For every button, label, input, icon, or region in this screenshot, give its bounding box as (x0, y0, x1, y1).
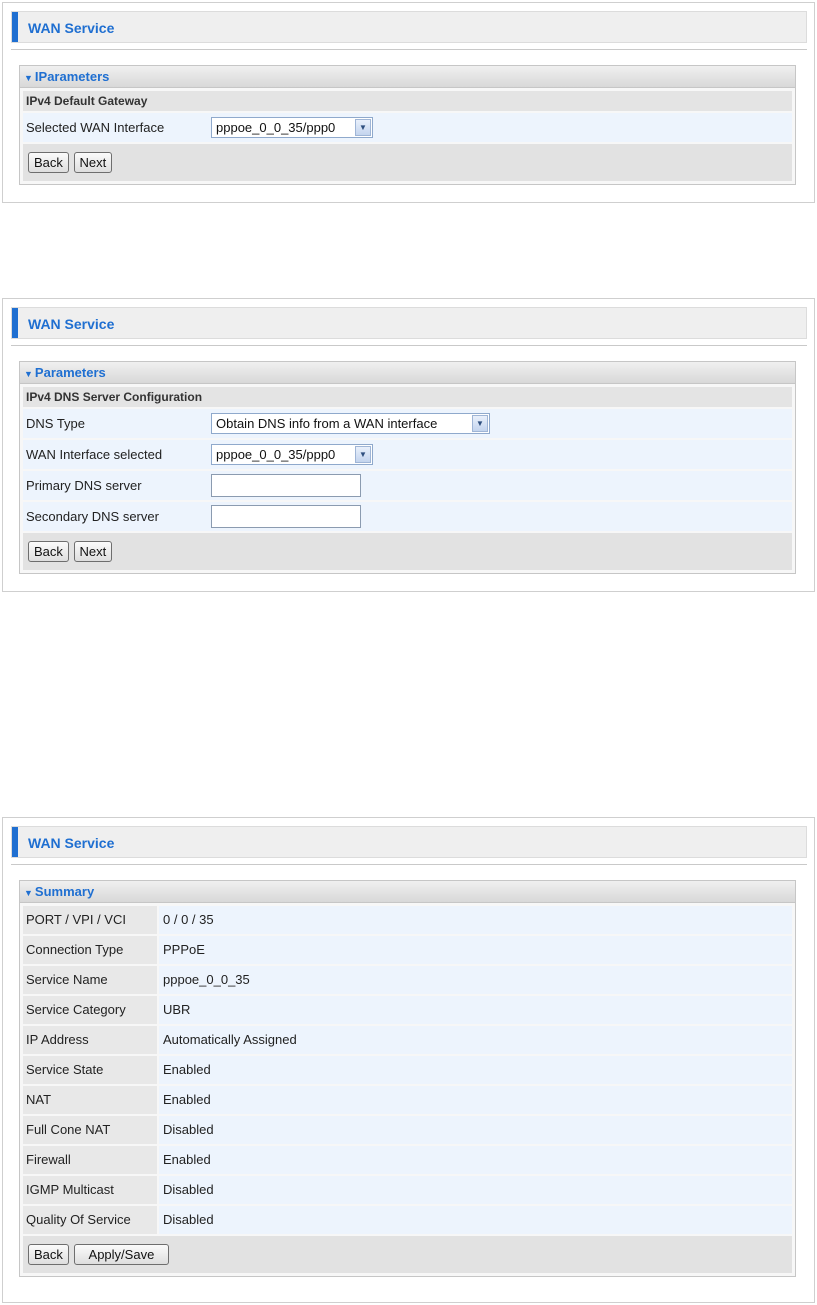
header-accent-bar (12, 827, 18, 857)
summary-value: Enabled (159, 1086, 792, 1114)
field-label: Secondary DNS server (26, 509, 159, 524)
triangle-down-icon: ▼ (24, 73, 33, 83)
summary-label: IP Address (23, 1026, 157, 1054)
form-row-wan-interface: WAN Interface selected pppoe_0_0_35/ppp0… (23, 440, 792, 469)
summary-value: 0 / 0 / 35 (159, 906, 792, 934)
section-subheading: IPv4 Default Gateway (23, 91, 792, 111)
screen-dns-configuration: WAN Service ▼ Parameters IPv4 DNS Server … (2, 298, 815, 592)
header-divider (11, 49, 807, 50)
summary-value: Automatically Assigned (159, 1026, 792, 1054)
panel-title: Parameters (34, 365, 106, 380)
wan-interface-select[interactable]: pppoe_0_0_35/ppp0 ▼ (211, 444, 373, 465)
summary-value: Disabled (159, 1176, 792, 1204)
chevron-down-icon[interactable]: ▼ (355, 119, 371, 136)
summary-row: IGMP Multicast Disabled (23, 1176, 792, 1204)
back-button[interactable]: Back (28, 541, 69, 562)
field-label: Selected WAN Interface (26, 120, 165, 135)
header-divider (11, 345, 807, 346)
page-title: WAN Service (28, 20, 115, 36)
wan-service-header: WAN Service (11, 11, 807, 43)
select-value: pppoe_0_0_35/ppp0 (216, 120, 336, 135)
chevron-down-icon[interactable]: ▼ (472, 415, 488, 432)
summary-value: pppoe_0_0_35 (159, 966, 792, 994)
triangle-down-icon: ▼ (24, 888, 33, 898)
field-label: WAN Interface selected (26, 447, 163, 462)
button-bar: Back Next (23, 144, 792, 181)
header-accent-bar (12, 308, 18, 338)
wan-service-header: WAN Service (11, 307, 807, 339)
page-title: WAN Service (28, 316, 115, 332)
panel-header[interactable]: ▼ Parameters (20, 362, 795, 384)
form-row-wan-interface: Selected WAN Interface pppoe_0_0_35/ppp0… (23, 113, 792, 142)
summary-value: Disabled (159, 1116, 792, 1144)
summary-row: PORT / VPI / VCI 0 / 0 / 35 (23, 906, 792, 934)
select-value: Obtain DNS info from a WAN interface (216, 416, 438, 431)
summary-label: Service Name (23, 966, 157, 994)
summary-value: Enabled (159, 1146, 792, 1174)
parameters-panel: ▼ IParameters IPv4 Default Gateway Select… (19, 65, 796, 185)
back-button[interactable]: Back (28, 1244, 69, 1265)
next-button[interactable]: Next (73, 541, 113, 562)
panel-title: Summary (34, 884, 95, 899)
summary-row: Service Category UBR (23, 996, 792, 1024)
parameters-panel: ▼ Parameters IPv4 DNS Server Configuratio… (19, 361, 796, 574)
screen-default-gateway: WAN Service ▼ IParameters IPv4 Default Ga… (2, 2, 815, 203)
summary-label: IGMP Multicast (23, 1176, 157, 1204)
chevron-down-icon[interactable]: ▼ (355, 446, 371, 463)
summary-row: Quality Of Service Disabled (23, 1206, 792, 1234)
form-row-secondary-dns: Secondary DNS server (23, 502, 792, 531)
header-accent-bar (12, 12, 18, 42)
summary-label: Firewall (23, 1146, 157, 1174)
summary-label: PORT / VPI / VCI (23, 906, 157, 934)
summary-value: PPPoE (159, 936, 792, 964)
back-button[interactable]: Back (28, 152, 69, 173)
summary-label: Connection Type (23, 936, 157, 964)
triangle-down-icon: ▼ (24, 369, 33, 379)
summary-panel: ▼ Summary PORT / VPI / VCI 0 / 0 / 35 Con… (19, 880, 796, 1277)
panel-title: IParameters (34, 69, 110, 84)
summary-row: IP Address Automatically Assigned (23, 1026, 792, 1054)
summary-value: Enabled (159, 1056, 792, 1084)
button-bar: Back Apply/Save (23, 1236, 792, 1273)
secondary-dns-input[interactable] (211, 505, 361, 528)
field-label: Primary DNS server (26, 478, 142, 493)
summary-row: Service State Enabled (23, 1056, 792, 1084)
summary-label: Full Cone NAT (23, 1116, 157, 1144)
panel-header[interactable]: ▼ IParameters (20, 66, 795, 88)
summary-row: NAT Enabled (23, 1086, 792, 1114)
summary-row: Service Name pppoe_0_0_35 (23, 966, 792, 994)
dns-type-select[interactable]: Obtain DNS info from a WAN interface ▼ (211, 413, 490, 434)
wan-service-header: WAN Service (11, 826, 807, 858)
apply-save-button[interactable]: Apply/Save (73, 1244, 170, 1265)
summary-label: Quality Of Service (23, 1206, 157, 1234)
button-bar: Back Next (23, 533, 792, 570)
wan-interface-select[interactable]: pppoe_0_0_35/ppp0 ▼ (211, 117, 373, 138)
primary-dns-input[interactable] (211, 474, 361, 497)
field-label: DNS Type (26, 416, 86, 431)
summary-value: Disabled (159, 1206, 792, 1234)
summary-label: Service Category (23, 996, 157, 1024)
summary-row: Firewall Enabled (23, 1146, 792, 1174)
section-subheading: IPv4 DNS Server Configuration (23, 387, 792, 407)
panel-header[interactable]: ▼ Summary (20, 881, 795, 903)
header-divider (11, 864, 807, 865)
select-value: pppoe_0_0_35/ppp0 (216, 447, 336, 462)
summary-label: NAT (23, 1086, 157, 1114)
form-row-dns-type: DNS Type Obtain DNS info from a WAN inte… (23, 409, 792, 438)
summary-label: Service State (23, 1056, 157, 1084)
screen-summary: WAN Service ▼ Summary PORT / VPI / VCI 0 … (2, 817, 815, 1303)
summary-value: UBR (159, 996, 792, 1024)
summary-row: Connection Type PPPoE (23, 936, 792, 964)
summary-row: Full Cone NAT Disabled (23, 1116, 792, 1144)
next-button[interactable]: Next (73, 152, 113, 173)
page-title: WAN Service (28, 835, 115, 851)
form-row-primary-dns: Primary DNS server (23, 471, 792, 500)
